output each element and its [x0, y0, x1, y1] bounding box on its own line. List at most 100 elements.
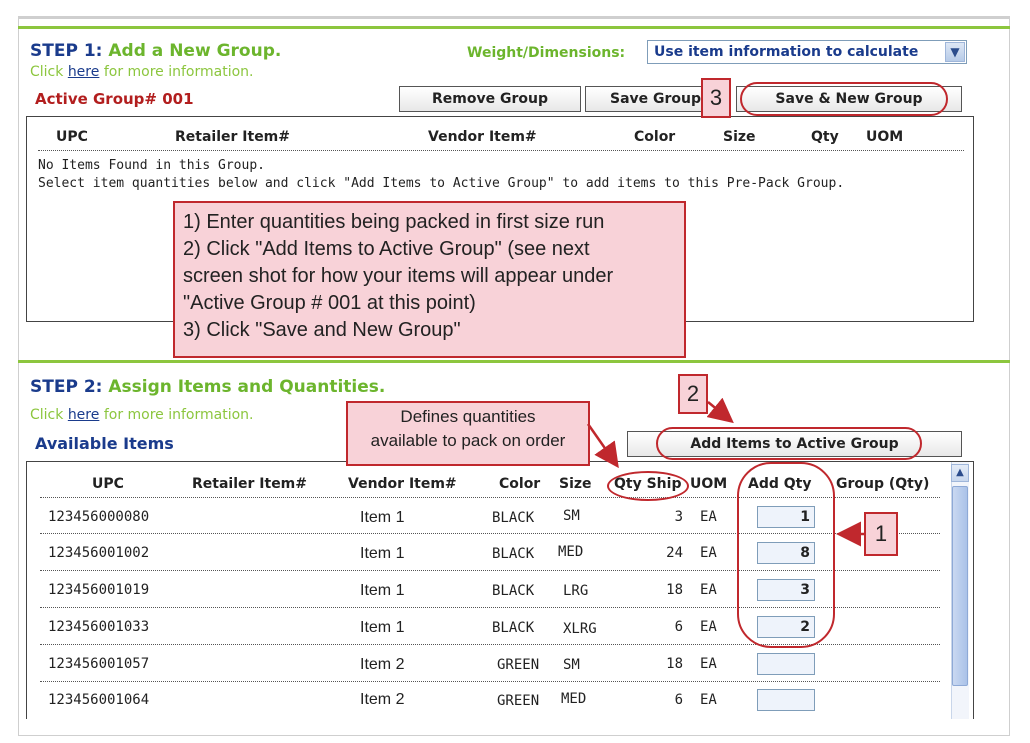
instructions-line-3: screen shot for how your items will appe… [183, 265, 614, 287]
row-uom: EA [700, 619, 717, 635]
row-size: LRG [563, 583, 589, 599]
instructions-line-4: "Active Group # 001 at this point) [183, 292, 476, 314]
row-qty-ship: 6 [674, 692, 683, 708]
add-qty-input[interactable]: 8 [757, 542, 815, 564]
col2-retailer-item: Retailer Item# [192, 476, 308, 492]
add-items-button[interactable]: Add Items to Active Group [627, 431, 962, 457]
row-upc: 123456001033 [48, 619, 150, 635]
row-vendor: Item 1 [360, 582, 405, 599]
empty-message: No Items Found in this Group. [38, 158, 265, 173]
row-qty-ship: 18 [666, 582, 683, 598]
row-size: MED [561, 691, 587, 707]
col-color: Color [634, 129, 676, 145]
available-items-label: Available Items [35, 434, 174, 453]
step2-help-link[interactable]: here [68, 407, 100, 423]
add-qty-input[interactable]: 3 [757, 579, 815, 601]
row-divider [40, 644, 940, 645]
row-vendor: Item 1 [360, 509, 405, 526]
col2-color: Color [499, 476, 541, 492]
active-group-label: Active Group# 001 [35, 90, 194, 108]
row-upc: 123456001002 [48, 545, 150, 561]
row-size: MED [558, 544, 584, 560]
col-upc: UPC [56, 129, 88, 145]
add-qty-input[interactable] [757, 653, 815, 675]
col-vendor-item: Vendor Item# [428, 129, 537, 145]
weight-dimensions-value: Use item information to calculate [654, 44, 919, 60]
row-upc: 123456001057 [48, 656, 150, 672]
add-qty-input[interactable]: 1 [757, 506, 815, 528]
step-marker-1: 1 [864, 512, 898, 556]
col2-vendor-item: Vendor Item# [348, 476, 457, 492]
row-size: SM [563, 508, 580, 524]
defines-quantities-callout: Defines quantities available to pack on … [346, 401, 590, 466]
save-new-group-button[interactable]: Save & New Group [736, 86, 962, 112]
row-color: GREEN [497, 657, 540, 673]
step2-title: STEP 2: Assign Items and Quantities. [30, 377, 385, 397]
step1-divider [18, 26, 1010, 29]
col2-add-qty: Add Qty [748, 476, 812, 492]
step2-click-post: for more information. [103, 407, 254, 423]
col2-upc: UPC [92, 476, 124, 492]
row-vendor: Item 1 [360, 545, 405, 562]
instructions-callout: 1) Enter quantities being packed in firs… [173, 201, 686, 358]
col2-qty-ship: Qty Ship [614, 476, 682, 492]
row-qty-ship: 18 [666, 656, 683, 672]
instructions-line-5: 3) Click "Save and New Group" [183, 319, 461, 341]
row-divider [40, 607, 940, 608]
empty-instructions: Select item quantities below and click "… [38, 176, 845, 191]
instructions-line-2: 2) Click "Add Items to Active Group" (se… [183, 238, 590, 260]
add-qty-input[interactable] [757, 689, 815, 711]
row-color: BLACK [492, 583, 535, 599]
row-upc: 123456001064 [48, 692, 150, 708]
row-upc: 123456001019 [48, 582, 150, 598]
step1-title-prefix: STEP 1: [30, 41, 103, 61]
row-qty-ship: 24 [666, 545, 683, 561]
col2-size: Size [559, 476, 592, 492]
scrollbar-thumb[interactable] [952, 486, 968, 686]
step1-click-pre: Click [30, 64, 64, 80]
row-uom: EA [700, 545, 717, 561]
row-size: SM [563, 657, 580, 673]
row-qty-ship: 6 [674, 619, 683, 635]
row-qty-ship: 3 [674, 509, 683, 525]
row-size: XLRG [563, 621, 597, 637]
row-color: BLACK [492, 510, 535, 526]
defines-line-1: Defines quantities [400, 407, 536, 426]
header-divider [38, 150, 964, 151]
col-retailer-item: Retailer Item# [175, 129, 291, 145]
row-vendor: Item 2 [360, 656, 405, 673]
weight-dimensions-select[interactable]: Use item information to calculate ▼ [647, 40, 967, 64]
row-color: BLACK [492, 620, 535, 636]
row-divider [40, 533, 940, 534]
row-color: BLACK [492, 546, 535, 562]
step1-help-link[interactable]: here [68, 64, 100, 80]
row-color: GREEN [497, 693, 540, 709]
row-upc: 123456000080 [48, 509, 150, 525]
defines-line-2: available to pack on order [370, 431, 566, 450]
col2-group-qty: Group (Qty) [836, 476, 930, 492]
step1-title: STEP 1: Add a New Group. [30, 41, 281, 61]
remove-group-button[interactable]: Remove Group [399, 86, 581, 112]
chevron-down-icon[interactable]: ▼ [945, 42, 965, 62]
col-uom: UOM [866, 129, 904, 145]
scroll-up-arrow-icon[interactable]: ▲ [951, 464, 969, 482]
step1-click-info: Click here for more information. [30, 64, 254, 80]
step-marker-3: 3 [701, 78, 731, 118]
step1-title-text: Add a New Group. [108, 41, 282, 61]
row-uom: EA [700, 692, 717, 708]
row-uom: EA [700, 656, 717, 672]
instructions-line-1: 1) Enter quantities being packed in firs… [183, 211, 605, 233]
step2-click-pre: Click [30, 407, 64, 423]
row-divider [40, 570, 940, 571]
row-vendor: Item 2 [360, 691, 405, 708]
save-group-button[interactable]: Save Group [585, 86, 703, 112]
row-uom: EA [700, 509, 717, 525]
step-marker-2: 2 [678, 374, 708, 414]
step2-click-info: Click here for more information. [30, 407, 254, 423]
weight-dimensions-label: Weight/Dimensions: [467, 45, 626, 61]
step2-title-text: Assign Items and Quantities. [108, 377, 386, 397]
col-size: Size [723, 129, 756, 145]
add-qty-input[interactable]: 2 [757, 616, 815, 638]
col2-uom: UOM [690, 476, 728, 492]
vertical-scrollbar[interactable]: ▲ [951, 462, 969, 719]
